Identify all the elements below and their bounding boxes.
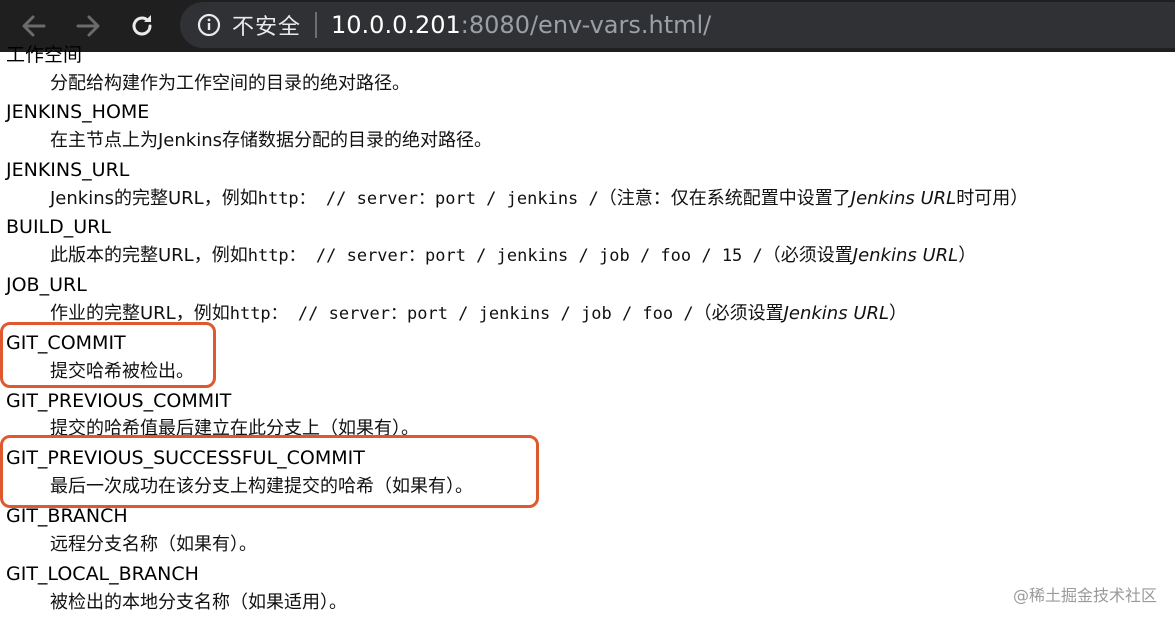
desc-text: （必须设置 — [693, 303, 784, 324]
desc-code: http： // server：port / jenkins / — [257, 189, 599, 209]
highlight-box-git-commit — [0, 322, 216, 388]
desc-emphasis: Jenkins URL — [850, 188, 957, 209]
desc-emphasis: Jenkins URL — [783, 303, 890, 324]
desc-code: http： // server：port / jenkins / job / f… — [247, 246, 763, 266]
info-icon[interactable] — [196, 12, 222, 38]
desc-text: 时可用） — [956, 188, 1029, 209]
url-text[interactable]: 10.0.0.201:8080/env-vars.html/ — [331, 11, 711, 39]
env-var-desc: Jenkins的完整URL，例如http： // server：port / j… — [50, 186, 1028, 212]
arrow-left-icon — [22, 15, 46, 37]
desc-code: http： // server：port / jenkins / job / f… — [229, 304, 694, 324]
highlight-box-git-previous-successful-commit — [0, 435, 539, 508]
security-status-label[interactable]: 不安全 — [232, 9, 301, 41]
browser-toolbar: 不安全 10.0.0.201:8080/env-vars.html/ — [0, 0, 1175, 52]
omnibox-divider — [315, 12, 318, 38]
desc-text: ） — [889, 303, 908, 324]
env-var-desc: 在主节点上为Jenkins存储数据分配的目录的绝对路径。 — [50, 130, 492, 151]
desc-text: 此版本的完整URL，例如 — [50, 245, 248, 266]
env-var-name: JENKINS_HOME — [6, 101, 150, 123]
arrow-right-icon — [76, 15, 100, 37]
back-button[interactable] — [16, 8, 52, 44]
desc-text: 作业的完整URL，例如 — [50, 303, 230, 324]
forward-button[interactable] — [70, 8, 106, 44]
env-var-desc: 被检出的本地分支名称（如果适用）。 — [50, 592, 347, 613]
address-bar[interactable]: 不安全 10.0.0.201:8080/env-vars.html/ — [180, 2, 1175, 48]
env-var-name: 工作空间 — [6, 44, 83, 66]
url-path: :8080/env-vars.html/ — [460, 11, 712, 39]
env-var-name: GIT_LOCAL_BRANCH — [6, 563, 199, 585]
env-var-desc: 分配给构建作为工作空间的目录的绝对路径。 — [50, 73, 410, 94]
watermark: @稀土掘金技术社区 — [1012, 586, 1157, 605]
reload-button[interactable] — [124, 8, 160, 44]
desc-text: Jenkins的完整URL，例如 — [50, 188, 258, 209]
env-var-desc: 远程分支名称（如果有）。 — [50, 534, 257, 555]
env-var-name: BUILD_URL — [6, 216, 111, 238]
reload-icon — [132, 15, 152, 36]
url-host: 10.0.0.201 — [331, 11, 461, 39]
env-var-name: GIT_PREVIOUS_COMMIT — [6, 390, 232, 412]
env-var-name: JOB_URL — [6, 274, 87, 296]
desc-text: ） — [958, 245, 977, 266]
env-var-name: JENKINS_URL — [6, 159, 130, 181]
desc-emphasis: Jenkins URL — [852, 245, 959, 266]
env-var-desc: 此版本的完整URL，例如http： // server：port / jenki… — [50, 243, 976, 269]
desc-text: （必须设置 — [762, 245, 853, 266]
desc-text: （注意：仅在系统配置中设置了 — [598, 188, 851, 209]
